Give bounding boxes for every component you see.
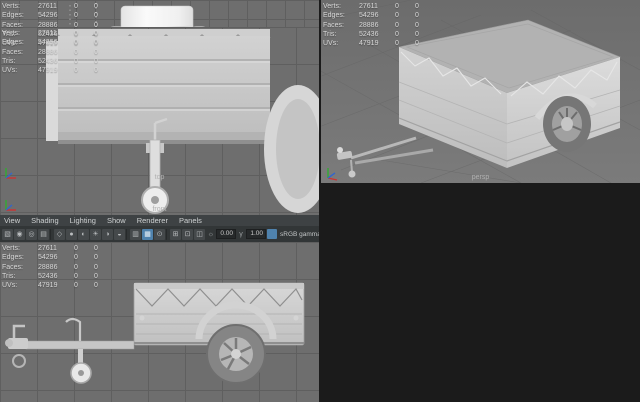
toolbar-separator (166, 228, 169, 240)
menu-item[interactable]: Lighting (70, 215, 96, 226)
exposure-icon: ☼ (207, 230, 215, 238)
gamma-field[interactable]: 1.00 (246, 229, 266, 239)
maya-four-view-workspace: Verts: 27611 0 0 Edges: 54296 0 0 Faces: 28886 0 0 T… (0, 0, 640, 402)
viewport-side[interactable]: Verts: 27611 0 0 Edges: 54296 0 0 Faces: 28886 0 0 T… (0, 242, 319, 402)
trailer-model-front-view[interactable] (0, 27, 319, 215)
shadows-icon[interactable]: ◑ (102, 228, 113, 240)
panel-side: View Shading Lighting Show Renderer Panels ▧ ◉… (0, 215, 319, 402)
resolution-gate-icon[interactable]: ⊡ (182, 228, 193, 240)
menu-item[interactable]: Show (107, 215, 126, 226)
view-transform-label: sRGB gamma (280, 230, 319, 238)
toolbar-separator (50, 228, 53, 240)
menu-item[interactable]: Shading (31, 215, 59, 226)
panel-front: ViewShadingLightingShowRendererPanels ▧◉… (0, 0, 319, 215)
camera-attributes-icon[interactable]: ◎ (26, 228, 37, 240)
view-transform-icon[interactable] (267, 229, 277, 239)
view-label-front: front (152, 206, 167, 213)
view-label-persp: persp (471, 174, 490, 181)
use-all-lights-icon[interactable]: ☀ (90, 228, 101, 240)
gamma-icon: γ (239, 230, 243, 238)
viewport-persp[interactable]: Verts: 27611 0 0 Edges: 54296 0 0 Faces: 28886 0 0 T… (321, 0, 640, 183)
xray-icon[interactable]: ▥ (130, 228, 141, 240)
isolate-select-icon[interactable]: ⊙ (154, 228, 165, 240)
textured-icon[interactable]: ◐ (78, 228, 89, 240)
shaded-icon[interactable]: ● (66, 228, 77, 240)
toolbar-separator (126, 228, 129, 240)
wireframe-icon[interactable]: ◇ (54, 228, 65, 240)
lock-camera-icon[interactable]: ◉ (14, 228, 25, 240)
gate-mask-icon[interactable]: ◫ (194, 228, 205, 240)
menu-item[interactable]: Panels (179, 215, 202, 226)
trailer-model-persp-view[interactable] (321, 0, 640, 183)
panel-toolbar: ▧◉◎▤ ◇●◐☀◑◒ ▥▦⊙ ⊞⊡◫ ☼ 0.00 γ 1.00 sRGB gamm… (0, 226, 319, 242)
trailer-model-side-view[interactable] (0, 242, 319, 402)
menu-item[interactable]: View (4, 215, 20, 226)
ambient-occlusion-icon[interactable]: ◒ (114, 228, 125, 240)
viewport-front[interactable]: Verts: 27611 0 0 Edges: 54296 0 0 Faces: 28886 0 0 T… (0, 27, 319, 215)
panel-menubar: View Shading Lighting Show Renderer Panels (0, 215, 319, 226)
grid-icon[interactable]: ⊞ (170, 228, 181, 240)
wireframe-on-shaded-icon[interactable]: ▦ (142, 228, 153, 240)
menu-item[interactable]: Renderer (137, 215, 168, 226)
exposure-field[interactable]: 0.00 (216, 229, 236, 239)
view-label-top: top (154, 174, 165, 181)
image-plane-icon[interactable]: ▤ (38, 228, 49, 240)
view-cube-icon[interactable]: ▧ (2, 228, 13, 240)
